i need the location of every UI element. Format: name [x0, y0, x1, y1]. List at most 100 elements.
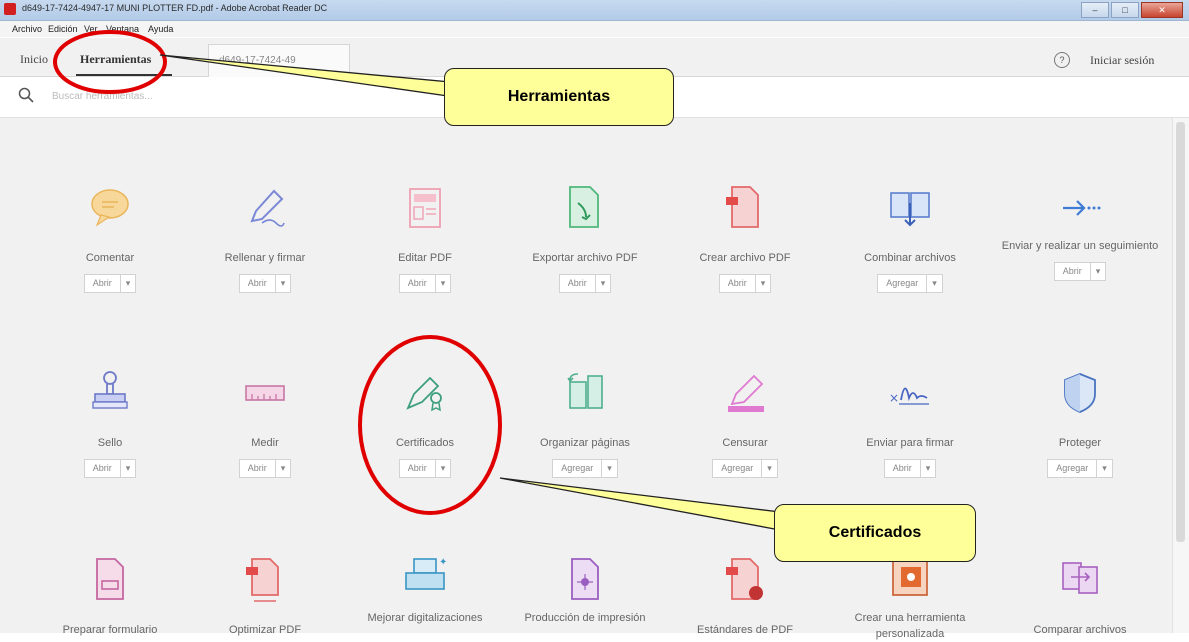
add-button[interactable]: Agregar ▾ [1047, 459, 1113, 478]
chevron-down-icon[interactable]: ▾ [1091, 263, 1106, 280]
tool-label: Crear archivo PDF [699, 252, 791, 264]
tab-herramientas[interactable]: Herramientas [80, 52, 151, 67]
tool-label: Mejorar digitalizaciones [367, 612, 483, 624]
open-button-label: Abrir [240, 275, 276, 292]
svg-text:✦: ✦ [439, 557, 447, 568]
chevron-down-icon[interactable]: ▾ [121, 275, 136, 292]
open-button[interactable]: Abrir ▾ [398, 459, 452, 478]
export-pdf-icon [569, 186, 599, 228]
compare-files-icon [1062, 562, 1098, 594]
tool-censurar[interactable]: Censurar Agregar ▾ [665, 368, 825, 478]
tool-medir[interactable]: Medir Abrir ▾ [185, 368, 345, 478]
open-button[interactable]: Abrir ▾ [558, 274, 612, 293]
shield-icon [1064, 373, 1096, 413]
open-button-label: Abrir [240, 460, 276, 477]
tool-label: Sello [97, 437, 123, 449]
maximize-button[interactable]: □ [1111, 2, 1139, 18]
scrollbar-thumb[interactable] [1176, 122, 1185, 542]
callout-certificados-text: Certificados [828, 524, 922, 541]
chevron-down-icon[interactable]: ▾ [436, 460, 451, 477]
tool-label: Enviar para firmar [866, 437, 954, 449]
tool-crear-pdf[interactable]: Crear archivo PDF Abrir ▾ [665, 183, 825, 293]
tool-enviar-para-firmar[interactable]: × Enviar para firmar Abrir ▾ [830, 368, 990, 478]
add-button[interactable]: Agregar ▾ [552, 459, 618, 478]
redact-marker-icon [728, 374, 764, 412]
tool-proteger[interactable]: Proteger Agregar ▾ [1000, 368, 1160, 478]
tool-produccion-impresion[interactable]: Producción de impresión [505, 555, 665, 626]
speech-bubble-icon [91, 189, 129, 227]
tab-document[interactable]: d649-17-7424-49 [208, 44, 350, 77]
open-button[interactable]: Abrir ▾ [83, 459, 137, 478]
tool-organizar-paginas[interactable]: Organizar páginas Agregar ▾ [505, 368, 665, 478]
svg-text:×: × [889, 391, 899, 405]
tool-label: Organizar páginas [540, 437, 630, 449]
help-icon[interactable]: ? [1054, 52, 1070, 68]
title-bar: d649-17-7424-4947-17 MUNI PLOTTER FD.pdf… [0, 0, 1189, 21]
open-button[interactable]: Abrir ▾ [83, 274, 137, 293]
menu-edicion[interactable]: Edición [48, 24, 78, 34]
tool-preparar-formulario[interactable]: Preparar formulario [30, 555, 190, 638]
tool-rellenar-firmar[interactable]: Rellenar y firmar Abrir ▾ [185, 183, 345, 293]
signature-icon: × [889, 387, 929, 405]
tab-inicio[interactable]: Inicio [20, 52, 48, 67]
window-controls: – □ ✕ [1081, 2, 1183, 18]
chevron-down-icon[interactable]: ▾ [602, 460, 617, 477]
combine-files-icon [890, 192, 930, 227]
chevron-down-icon[interactable]: ▾ [927, 275, 942, 292]
callout-certificados: Certificados [774, 504, 976, 562]
open-button[interactable]: Abrir ▾ [238, 459, 292, 478]
menu-ayuda[interactable]: Ayuda [148, 24, 173, 34]
print-production-icon [571, 558, 599, 600]
tool-mejorar-digitalizaciones[interactable]: ✦ Mejorar digitalizaciones [345, 555, 505, 626]
chevron-down-icon[interactable]: ▾ [762, 460, 777, 477]
tool-combinar-archivos[interactable]: Combinar archivos Agregar ▾ [830, 183, 990, 293]
tool-optimizar-pdf[interactable]: Optimizar PDF [185, 555, 345, 638]
search-icon [18, 87, 34, 103]
window-title: d649-17-7424-4947-17 MUNI PLOTTER FD.pdf… [22, 3, 328, 13]
menu-ventana[interactable]: Ventana [106, 24, 139, 34]
add-button-label: Agregar [553, 460, 603, 477]
search-input[interactable]: Buscar herramientas... [52, 91, 153, 102]
tool-comentar[interactable]: Comentar Abrir ▾ [30, 183, 190, 293]
tool-label: Proteger [1058, 437, 1102, 449]
open-button[interactable]: Abrir ▾ [883, 459, 937, 478]
add-button[interactable]: Agregar ▾ [712, 459, 778, 478]
minimize-button[interactable]: – [1081, 2, 1109, 18]
chevron-down-icon[interactable]: ▾ [436, 275, 451, 292]
tool-certificados[interactable]: Certificados Abrir ▾ [345, 368, 505, 478]
tool-exportar-pdf[interactable]: Exportar archivo PDF Abrir ▾ [505, 183, 665, 293]
tool-label: Rellenar y firmar [224, 252, 306, 264]
chevron-down-icon[interactable]: ▾ [756, 275, 771, 292]
add-button-label: Agregar [878, 275, 928, 292]
open-button[interactable]: Abrir ▾ [718, 274, 772, 293]
create-pdf-icon [726, 186, 759, 228]
tool-label: Optimizar PDF [228, 624, 302, 636]
chevron-down-icon[interactable]: ▾ [276, 460, 291, 477]
chevron-down-icon[interactable]: ▾ [1097, 460, 1112, 477]
login-link[interactable]: Iniciar sesión [1090, 53, 1154, 68]
active-tab-indicator [76, 74, 172, 76]
organize-pages-icon [567, 373, 603, 409]
menu-ver[interactable]: Ver [84, 24, 98, 34]
acrobat-app-icon [4, 3, 16, 15]
open-button-label: Abrir [560, 275, 596, 292]
open-button[interactable]: Abrir ▾ [1053, 262, 1107, 281]
tool-estandares-pdf[interactable]: Estándares de PDF [665, 555, 825, 638]
tool-comparar-archivos[interactable]: Comparar archivos [1000, 555, 1160, 638]
chevron-down-icon[interactable]: ▾ [121, 460, 136, 477]
stamp-icon [92, 371, 128, 409]
add-button[interactable]: Agregar ▾ [877, 274, 943, 293]
tool-label: Crear una herramienta personalizada [854, 612, 966, 640]
tool-enviar-seguimiento[interactable]: Enviar y realizar un seguimiento Abrir ▾ [1000, 183, 1160, 281]
chevron-down-icon[interactable]: ▾ [276, 275, 291, 292]
open-button[interactable]: Abrir ▾ [398, 274, 452, 293]
chevron-down-icon[interactable]: ▾ [596, 275, 611, 292]
tool-crear-herramienta[interactable]: Crear una herramienta personalizada [830, 555, 990, 642]
tool-sello[interactable]: Sello Abrir ▾ [30, 368, 190, 478]
chevron-down-icon[interactable]: ▾ [921, 460, 936, 477]
tool-label: Estándares de PDF [697, 624, 793, 636]
open-button[interactable]: Abrir ▾ [238, 274, 292, 293]
tool-editar-pdf[interactable]: Editar PDF Abrir ▾ [345, 183, 505, 293]
menu-archivo[interactable]: Archivo [12, 24, 42, 34]
close-button[interactable]: ✕ [1141, 2, 1183, 18]
